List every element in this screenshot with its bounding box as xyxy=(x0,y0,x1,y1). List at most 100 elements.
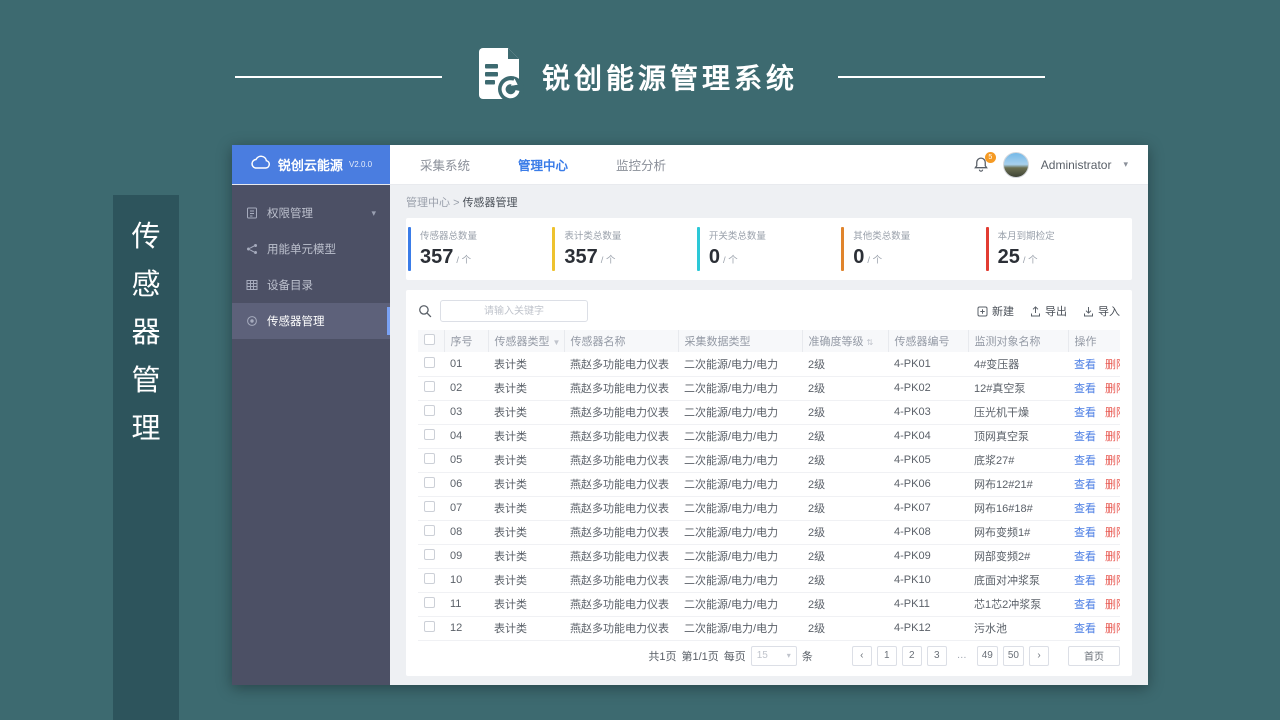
stat-unit: / 个 xyxy=(600,255,616,266)
user-name[interactable]: Administrator xyxy=(1041,158,1112,172)
page-button[interactable]: 50 xyxy=(1002,645,1024,666)
search-input[interactable] xyxy=(440,300,588,322)
column-header: 传感器编号 xyxy=(887,330,968,352)
row-checkbox[interactable] xyxy=(424,501,435,512)
energy-model-icon xyxy=(246,243,258,255)
stat-label: 开关类总数量 xyxy=(708,231,766,242)
stat-label: 表计类总数量 xyxy=(564,231,622,242)
cell-code: 4-PK01 xyxy=(888,352,968,377)
delete-link[interactable]: 删除 xyxy=(1105,623,1120,635)
cell-code: 4-PK02 xyxy=(888,376,968,401)
view-link[interactable]: 查看 xyxy=(1074,575,1096,587)
page-button[interactable]: 1 xyxy=(876,645,897,666)
delete-link[interactable]: 删除 xyxy=(1105,407,1120,419)
import-button[interactable]: 导入 xyxy=(1083,303,1120,319)
row-checkbox[interactable] xyxy=(424,597,435,608)
nav-tab-1[interactable]: 管理中心 xyxy=(518,155,568,174)
view-link[interactable]: 查看 xyxy=(1074,623,1096,635)
logo-name: 锐创云能源 xyxy=(277,158,343,173)
row-checkbox[interactable] xyxy=(424,381,435,392)
sidebar-item[interactable]: 用能单元模型 xyxy=(232,231,390,267)
chevron-down-icon[interactable]: ▾ xyxy=(1123,159,1128,170)
cell-name: 燕赵多功能电力仪表 xyxy=(564,544,678,569)
view-link[interactable]: 查看 xyxy=(1074,455,1096,467)
app-topbar: 锐创云能源 V2.0.0 采集系统 管理中心 监控分析 5 Administrato… xyxy=(232,145,1148,185)
avatar[interactable] xyxy=(1002,151,1029,178)
delete-link[interactable]: 删除 xyxy=(1105,575,1120,587)
row-checkbox[interactable] xyxy=(424,453,435,464)
page-button[interactable]: 3 xyxy=(926,645,947,666)
notification-bell-icon[interactable]: 5 xyxy=(973,151,996,174)
stat-label: 传感器总数量 xyxy=(420,231,478,242)
delete-link[interactable]: 删除 xyxy=(1105,455,1120,467)
page-button[interactable]: 2 xyxy=(901,645,922,666)
row-checkbox[interactable] xyxy=(424,621,435,632)
cell-accuracy: 2级 xyxy=(802,448,888,473)
view-link[interactable]: 查看 xyxy=(1074,503,1096,515)
cell-actions: 查看删除 xyxy=(1068,568,1120,593)
row-checkbox[interactable] xyxy=(424,429,435,440)
select-all-checkbox[interactable] xyxy=(424,334,435,345)
per-page-select[interactable]: 15 ▾ xyxy=(750,645,797,666)
filter-icon[interactable]: ▼ xyxy=(553,338,561,347)
delete-link[interactable]: 删除 xyxy=(1105,479,1120,491)
delete-link[interactable]: 删除 xyxy=(1105,383,1120,395)
cell-target: 污水池 xyxy=(968,616,1068,641)
nav-tab-0[interactable]: 采集系统 xyxy=(420,155,470,174)
cell-data_type: 二次能源/电力/电力 xyxy=(678,568,802,593)
cell-actions: 查看删除 xyxy=(1068,352,1120,377)
delete-link[interactable]: 删除 xyxy=(1105,599,1120,611)
nav-tab-2[interactable]: 监控分析 xyxy=(616,155,666,174)
view-link[interactable]: 查看 xyxy=(1074,431,1096,443)
view-link[interactable]: 查看 xyxy=(1074,383,1096,395)
row-checkbox[interactable] xyxy=(424,525,435,536)
row-checkbox[interactable] xyxy=(424,573,435,584)
view-link[interactable]: 查看 xyxy=(1074,599,1096,611)
view-link[interactable]: 查看 xyxy=(1074,407,1096,419)
new-button[interactable]: 新建 xyxy=(977,303,1014,319)
table-row: 03 表计类 燕赵多功能电力仪表 二次能源/电力/电力 2级 4-PK03 压光机干燥 查看删… xyxy=(418,400,1120,425)
view-link[interactable]: 查看 xyxy=(1074,479,1096,491)
row-checkbox[interactable] xyxy=(424,356,435,368)
cell-code: 4-PK08 xyxy=(888,520,968,545)
logo-version: V2.0.0 xyxy=(348,160,373,169)
stats-cards: 传感器总数量 357/ 个表计类总数量 357/ 个开关类总数量 0/ 个其他类总数量… xyxy=(406,218,1132,280)
row-checkbox-cell xyxy=(418,448,444,473)
table-row: 11 表计类 燕赵多功能电力仪表 二次能源/电力/电力 2级 4-PK11 芯1芯2冲浆泵查… xyxy=(418,592,1120,617)
sort-icon[interactable]: ⇅ xyxy=(867,338,874,347)
delete-link[interactable]: 删除 xyxy=(1105,527,1120,539)
view-link[interactable]: 查看 xyxy=(1074,551,1096,563)
first-page-button[interactable]: 首页 xyxy=(1068,645,1120,666)
export-button[interactable]: 导出 xyxy=(1030,303,1067,319)
stat-value: 357/ 个 xyxy=(420,246,472,268)
row-checkbox[interactable] xyxy=(424,405,435,416)
row-checkbox[interactable] xyxy=(424,549,435,560)
sensor-table: 序号 传感器类型 ▼ 传感器名称 采集数据类型 准确度等级 ⇅ 传感器编号 监测对象名称 操作 0… xyxy=(418,330,1120,641)
view-link[interactable]: 查看 xyxy=(1074,359,1096,371)
header-checkbox-cell xyxy=(418,330,444,352)
stat-card: 开关类总数量 0/ 个 xyxy=(696,227,841,271)
notification-badge: 5 xyxy=(984,151,996,163)
cell-no: 04 xyxy=(444,424,488,449)
sidebar-item[interactable]: 设备目录 xyxy=(232,267,390,303)
delete-link[interactable]: 删除 xyxy=(1105,431,1120,443)
cell-code: 4-PK05 xyxy=(888,448,968,473)
delete-link[interactable]: 删除 xyxy=(1105,359,1120,371)
table-row: 05 表计类 燕赵多功能电力仪表 二次能源/电力/电力 2级 4-PK05 底浆27# 查看删… xyxy=(418,448,1120,473)
page-button[interactable]: 49 xyxy=(976,645,998,666)
delete-link[interactable]: 删除 xyxy=(1105,551,1120,563)
chevron-down-icon: ▾ xyxy=(371,207,376,218)
sidebar-item[interactable]: 权限管理 ▾ xyxy=(232,195,390,231)
sidebar-item[interactable]: 传感器管理 xyxy=(232,303,390,339)
pager-next-button[interactable]: › xyxy=(1029,645,1049,666)
search-icon xyxy=(418,304,432,318)
row-checkbox[interactable] xyxy=(424,477,435,488)
breadcrumb-parent[interactable]: 管理中心 xyxy=(406,197,450,209)
delete-link[interactable]: 删除 xyxy=(1105,503,1120,515)
pager-prev-button[interactable]: ‹ xyxy=(851,645,872,666)
topbar-right: 5 Administrator ▾ xyxy=(973,145,1148,184)
app-logo[interactable]: 锐创云能源 V2.0.0 xyxy=(232,145,390,184)
cell-accuracy: 2级 xyxy=(802,400,888,425)
cell-actions: 查看删除 xyxy=(1068,592,1120,617)
view-link[interactable]: 查看 xyxy=(1074,527,1096,539)
